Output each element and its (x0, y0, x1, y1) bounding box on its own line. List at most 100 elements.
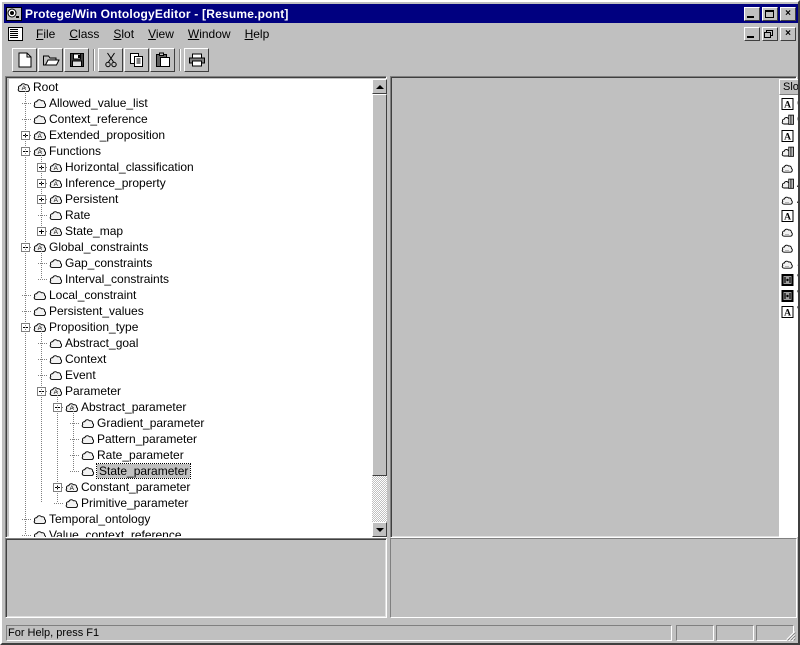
slot-table-panel: SlotDefaultAllowed Classes/Symbols/Value… (390, 76, 798, 538)
slot-table-row[interactable]: Allowed_valuesAllowed_value_list Value_r… (779, 191, 798, 207)
tree-item[interactable]: A Persistent (9, 191, 372, 207)
slot-table[interactable]: SlotDefaultAllowed Classes/Symbols/Value… (779, 79, 798, 537)
tree-item[interactable]: A Inference_property (9, 175, 372, 191)
tree-item[interactable]: A Root (9, 79, 372, 95)
menu-item-view[interactable]: View (141, 25, 181, 43)
abstract-class-icon: A (65, 481, 79, 493)
tree-item[interactable]: Gap_constraints (9, 255, 372, 271)
minimize-button[interactable] (744, 6, 760, 21)
copy-button[interactable] (124, 48, 149, 72)
app-icon[interactable] (6, 6, 22, 21)
svg-text:A: A (54, 229, 59, 236)
slot-table-header: SlotDefaultAllowed Classes/Symbols/Value… (779, 79, 798, 95)
tree-item[interactable]: A Functions (9, 143, 372, 159)
menu-item-file[interactable]: File (29, 25, 62, 43)
slot-table-column-header[interactable]: Slot (779, 79, 798, 95)
tree-item[interactable]: Interval_constraints (9, 271, 372, 287)
class-icon (81, 417, 95, 429)
slot-table-row[interactable]: Value_scaleNorminal Ordinal Interval Rat… (779, 271, 798, 287)
abstract-class-icon: A (33, 241, 47, 253)
tree-item[interactable]: State_parameter (9, 463, 372, 479)
slot-table-row[interactable]: ADescriptionA State p... (779, 207, 798, 223)
tree-scrollbar[interactable] (372, 79, 387, 537)
slot-table-row[interactable]: Horizontal_clas...Horizontal_classificat… (779, 223, 798, 239)
slot-table-row[interactable]: Generated_co...Value_context_reference (779, 111, 798, 127)
mdi-restore-button[interactable] (762, 26, 778, 41)
tree-item[interactable]: A Abstract_parameter (9, 399, 372, 415)
document-icon[interactable] (8, 26, 23, 41)
tree-item[interactable]: A Horizontal_classification (9, 159, 372, 175)
tree-item[interactable]: A State_map (9, 223, 372, 239)
slot-table-row[interactable]: Abstracted_fromPrimitive_parameter State… (779, 175, 798, 191)
tree-item-label: Persistent_values (49, 304, 144, 318)
maximize-button[interactable] (762, 6, 778, 21)
client-area: A Root Allowed_value_list Context_reference… (4, 76, 798, 623)
tree-item[interactable]: Context (9, 351, 372, 367)
print-button[interactable] (184, 48, 209, 72)
scissors-icon (104, 52, 117, 68)
mdi-minimize-button[interactable] (744, 26, 760, 41)
new-button[interactable] (12, 48, 37, 72)
tree-item[interactable]: Abstract_goal (9, 335, 372, 351)
slot-table-row[interactable]: State_map_fun...State_map (779, 255, 798, 271)
menu-item-slot[interactable]: Slot (106, 25, 141, 43)
tree-item[interactable]: A Extended_proposition (9, 127, 372, 143)
menu-item-window[interactable]: Window (181, 25, 238, 43)
tree-trunk-line (41, 247, 42, 279)
tree-item[interactable]: Rate (9, 207, 372, 223)
class-icon (49, 369, 63, 381)
symbol-slot-icon (781, 273, 794, 286)
class-tree[interactable]: A Root Allowed_value_list Context_reference… (9, 79, 387, 537)
tree-item[interactable]: Value_context_reference (9, 527, 372, 537)
tree-item[interactable]: A Constant_parameter (9, 479, 372, 495)
save-button[interactable] (64, 48, 89, 72)
tree-connector (70, 471, 79, 472)
slot-table-row[interactable]: Persistent_func...Persistent (779, 159, 798, 175)
tree-connector (22, 535, 31, 536)
tree-item[interactable]: A Global_constraints (9, 239, 372, 255)
menu-item-class[interactable]: Class (62, 25, 106, 43)
slot-detail-panel (390, 538, 797, 618)
slot-table-row[interactable]: Value_typeNumber Symbol (779, 287, 798, 303)
slot-table-row[interactable]: AComment (779, 95, 798, 111)
tree-scrollbar-thumb[interactable] (372, 94, 387, 476)
slot-table-row[interactable]: AName (779, 127, 798, 143)
tree-scroll-down-button[interactable] (372, 522, 387, 537)
text-slot-icon: A (781, 97, 794, 110)
mdi-window-controls: × (744, 26, 798, 41)
class-icon (49, 337, 63, 349)
tree-item[interactable]: Primitive_parameter (9, 495, 372, 511)
class-icon (49, 353, 63, 365)
application-window: Protege/Win OntologyEditor - [Resume.pon… (0, 0, 800, 645)
resize-grip-icon[interactable] (783, 628, 796, 641)
tree-item-label: Event (65, 368, 96, 382)
menu-item-help[interactable]: Help (238, 25, 277, 43)
abstract-class-icon: A (49, 385, 63, 397)
tree-item[interactable]: Rate_parameter (9, 447, 372, 463)
tree-item[interactable]: Temporal_ontology (9, 511, 372, 527)
tree-item[interactable]: Allowed_value_list (9, 95, 372, 111)
slot-table-row[interactable]: Inference_prop...Inference_property (779, 239, 798, 255)
tree-item-label: Allowed_value_list (49, 96, 148, 110)
slot-table-row[interactable]: AValue_unit (779, 303, 798, 319)
mdi-close-button[interactable]: × (780, 26, 796, 41)
tree-item-label: Constant_parameter (81, 480, 191, 494)
tree-item[interactable]: Persistent_values (9, 303, 372, 319)
open-button[interactable] (38, 48, 63, 72)
tree-item[interactable]: Pattern_parameter (9, 431, 372, 447)
tree-item[interactable]: A Parameter (9, 383, 372, 399)
tree-item[interactable]: Context_reference (9, 111, 372, 127)
tree-item[interactable]: A Proposition_type (9, 319, 372, 335)
tree-item[interactable]: Event (9, 367, 372, 383)
tree-item-label: Gradient_parameter (97, 416, 205, 430)
tree-scroll-up-button[interactable] (372, 79, 387, 94)
tree-item[interactable]: Local_constraint (9, 287, 372, 303)
paste-button[interactable] (150, 48, 175, 72)
close-button[interactable]: × (780, 6, 796, 21)
class-icon (49, 257, 63, 269)
menu-item-label: ile (43, 26, 56, 41)
slot-table-row[interactable]: Necessary_co...Context (779, 143, 798, 159)
tree-item[interactable]: Gradient_parameter (9, 415, 372, 431)
text-slot-icon: A (781, 305, 794, 318)
cut-button[interactable] (98, 48, 123, 72)
